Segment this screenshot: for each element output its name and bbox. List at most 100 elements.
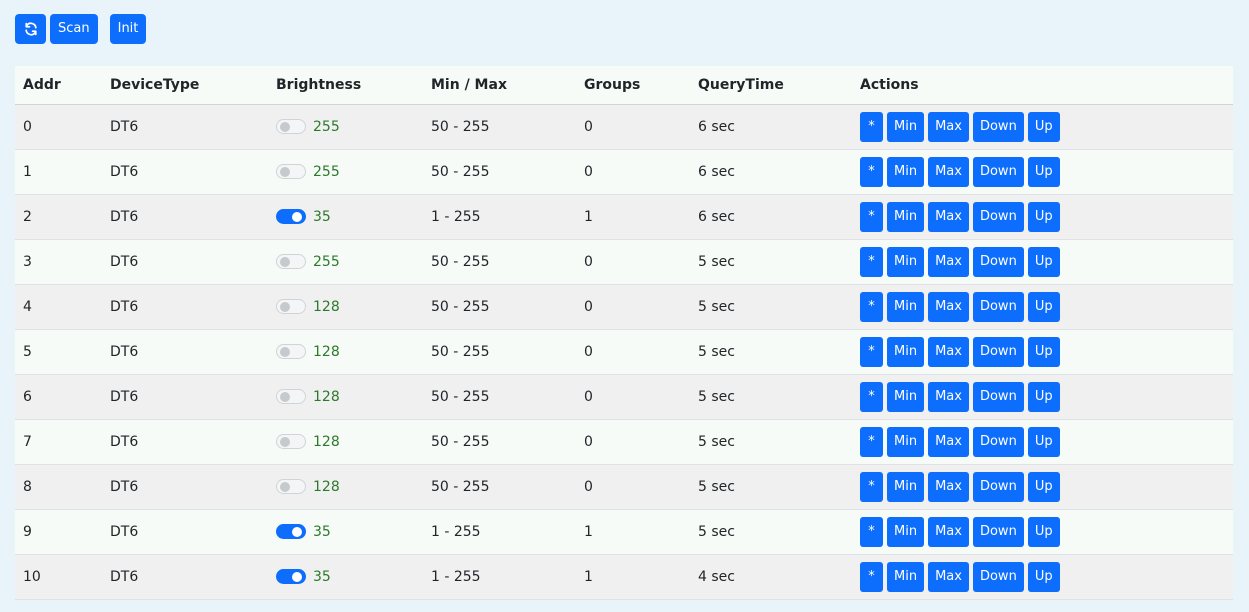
up-button[interactable]: Up — [1027, 381, 1060, 412]
groups-cell: 0 — [584, 388, 593, 405]
min-max-cell: 1 - 255 — [431, 523, 481, 540]
scan-button[interactable]: Scan — [50, 14, 98, 44]
down-button[interactable]: Down — [972, 156, 1024, 187]
max-button[interactable]: Max — [928, 111, 969, 142]
min-button[interactable]: Min — [887, 561, 925, 592]
max-button[interactable]: Max — [928, 156, 969, 187]
down-button[interactable]: Down — [972, 426, 1024, 457]
set-button[interactable]: * — [860, 471, 883, 502]
refresh-button[interactable] — [15, 14, 46, 44]
power-toggle[interactable] — [276, 299, 306, 314]
groups-cell: 0 — [584, 343, 593, 360]
max-button[interactable]: Max — [928, 381, 969, 412]
query-time-cell: 5 sec — [698, 433, 735, 450]
power-toggle[interactable] — [276, 119, 306, 134]
power-toggle[interactable] — [276, 434, 306, 449]
brightness-control: 128 — [276, 479, 423, 495]
min-max-cell: 50 - 255 — [431, 433, 490, 450]
min-button[interactable]: Min — [887, 291, 925, 322]
down-button[interactable]: Down — [972, 471, 1024, 502]
down-button[interactable]: Down — [972, 291, 1024, 322]
power-toggle[interactable] — [276, 254, 306, 269]
up-button[interactable]: Up — [1027, 201, 1060, 232]
addr-cell: 8 — [23, 478, 32, 495]
down-button[interactable]: Down — [972, 246, 1024, 277]
actions-group: * Min Max Down Up — [860, 426, 1233, 457]
max-button[interactable]: Max — [928, 516, 969, 547]
up-button[interactable]: Up — [1027, 426, 1060, 457]
max-button[interactable]: Max — [928, 336, 969, 367]
down-button[interactable]: Down — [972, 381, 1024, 412]
down-button[interactable]: Down — [972, 201, 1024, 232]
set-button[interactable]: * — [860, 246, 883, 277]
min-max-cell: 1 - 255 — [431, 568, 481, 585]
up-button[interactable]: Up — [1027, 291, 1060, 322]
query-time-cell: 5 sec — [698, 343, 735, 360]
actions-group: * Min Max Down Up — [860, 246, 1233, 277]
brightness-cell: 35 — [268, 194, 423, 239]
device-type-cell: DT6 — [110, 433, 139, 450]
set-button[interactable]: * — [860, 381, 883, 412]
set-button[interactable]: * — [860, 111, 883, 142]
brightness-control: 255 — [276, 119, 423, 135]
min-button[interactable]: Min — [887, 471, 925, 502]
power-toggle[interactable] — [276, 569, 306, 584]
set-button[interactable]: * — [860, 426, 883, 457]
min-button[interactable]: Min — [887, 246, 925, 277]
max-button[interactable]: Max — [928, 561, 969, 592]
groups-cell: 0 — [584, 118, 593, 135]
brightness-cell: 128 — [268, 284, 423, 329]
max-button[interactable]: Max — [928, 291, 969, 322]
power-toggle[interactable] — [276, 164, 306, 179]
up-button[interactable]: Up — [1027, 561, 1060, 592]
set-button[interactable]: * — [860, 516, 883, 547]
up-button[interactable]: Up — [1027, 336, 1060, 367]
down-button[interactable]: Down — [972, 111, 1024, 142]
up-button[interactable]: Up — [1027, 111, 1060, 142]
min-button[interactable]: Min — [887, 381, 925, 412]
min-button[interactable]: Min — [887, 516, 925, 547]
brightness-value: 35 — [313, 568, 331, 585]
actions-group: * Min Max Down Up — [860, 111, 1233, 142]
brightness-cell: 128 — [268, 464, 423, 509]
power-toggle[interactable] — [276, 209, 306, 224]
table-row: 10 DT6 35 1 - 255 1 4 sec * Min Max Down Up — [15, 554, 1233, 599]
power-toggle[interactable] — [276, 344, 306, 359]
init-button[interactable]: Init — [109, 14, 147, 44]
max-button[interactable]: Max — [928, 426, 969, 457]
up-button[interactable]: Up — [1027, 156, 1060, 187]
down-button[interactable]: Down — [972, 516, 1024, 547]
set-button[interactable]: * — [860, 291, 883, 322]
table-body: 0 DT6 255 50 - 255 0 6 sec * Min Max Down Up 1 DT6 25… — [15, 104, 1233, 599]
up-button[interactable]: Up — [1027, 246, 1060, 277]
max-button[interactable]: Max — [928, 246, 969, 277]
min-button[interactable]: Min — [887, 201, 925, 232]
table-row: 0 DT6 255 50 - 255 0 6 sec * Min Max Down Up — [15, 104, 1233, 149]
up-button[interactable]: Up — [1027, 471, 1060, 502]
min-button[interactable]: Min — [887, 156, 925, 187]
up-button[interactable]: Up — [1027, 516, 1060, 547]
set-button[interactable]: * — [860, 561, 883, 592]
power-toggle[interactable] — [276, 524, 306, 539]
table-row: 5 DT6 128 50 - 255 0 5 sec * Min Max Down Up — [15, 329, 1233, 374]
query-time-cell: 6 sec — [698, 118, 735, 135]
min-button[interactable]: Min — [887, 111, 925, 142]
brightness-control: 35 — [276, 524, 423, 540]
set-button[interactable]: * — [860, 201, 883, 232]
max-button[interactable]: Max — [928, 471, 969, 502]
min-button[interactable]: Min — [887, 426, 925, 457]
addr-cell: 9 — [23, 523, 32, 540]
min-max-cell: 1 - 255 — [431, 208, 481, 225]
power-toggle[interactable] — [276, 479, 306, 494]
power-toggle[interactable] — [276, 389, 306, 404]
groups-cell: 1 — [584, 208, 593, 225]
set-button[interactable]: * — [860, 336, 883, 367]
down-button[interactable]: Down — [972, 336, 1024, 367]
set-button[interactable]: * — [860, 156, 883, 187]
min-button[interactable]: Min — [887, 336, 925, 367]
brightness-value: 128 — [313, 298, 340, 315]
down-button[interactable]: Down — [972, 561, 1024, 592]
toggle-knob — [280, 302, 290, 312]
table-row: 8 DT6 128 50 - 255 0 5 sec * Min Max Down Up — [15, 464, 1233, 509]
max-button[interactable]: Max — [928, 201, 969, 232]
